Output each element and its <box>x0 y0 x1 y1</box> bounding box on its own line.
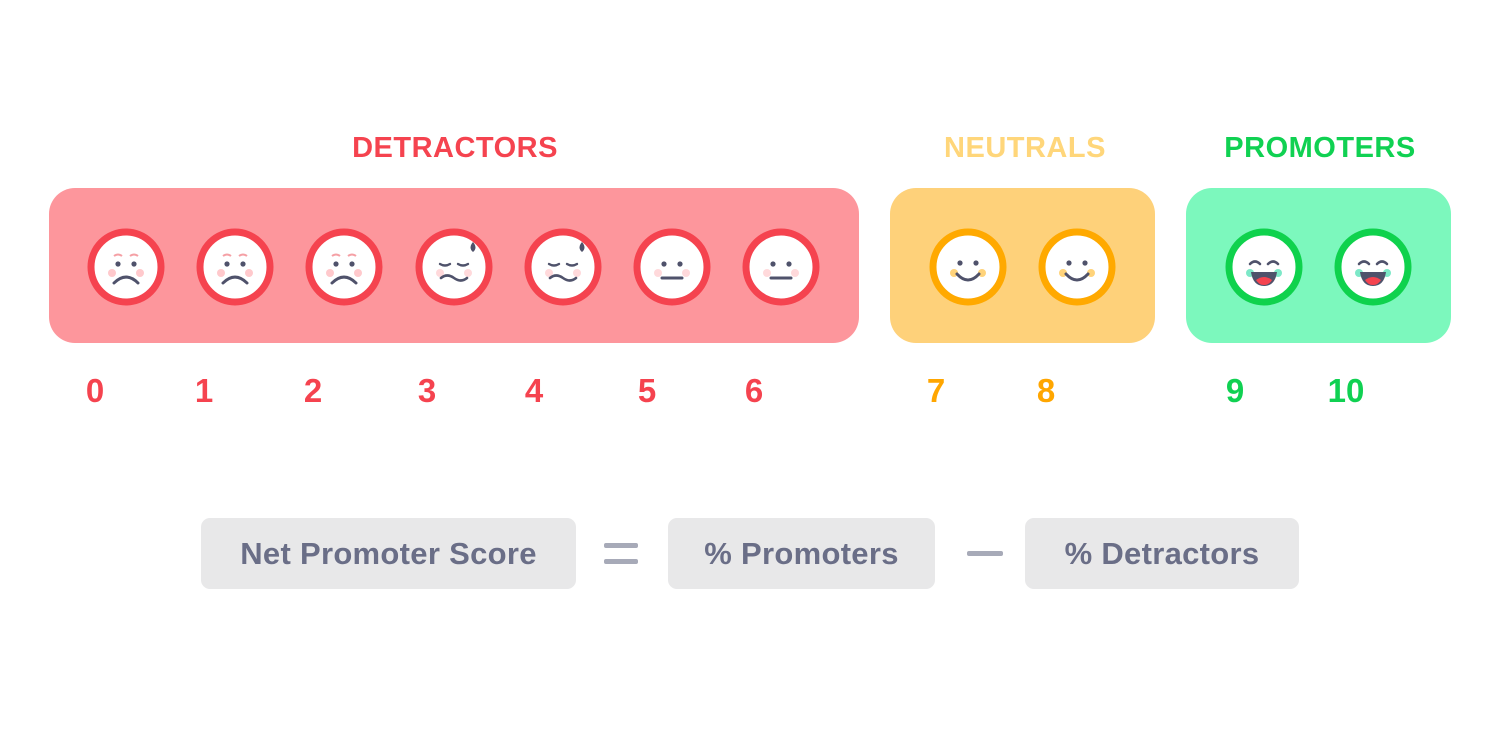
sad-face-icon <box>305 228 383 306</box>
score-4: 4 <box>524 372 544 409</box>
neutral-face-icon <box>742 228 820 306</box>
promoters-percent-label: % Promoters <box>704 535 899 571</box>
neutrals-label: NEUTRALS <box>944 132 1106 164</box>
score-2: 2 <box>303 372 323 409</box>
equals-sign <box>604 543 638 548</box>
detractors-percent-label: % Detractors <box>1064 535 1260 571</box>
score-9: 9 <box>1225 372 1245 409</box>
score-3: 3 <box>417 372 437 409</box>
score-1: 1 <box>194 372 214 409</box>
score-7: 7 <box>926 372 946 409</box>
promoters-percent-box: % Promoters <box>668 518 935 589</box>
net-promoter-score-label: Net Promoter Score <box>240 535 537 571</box>
laugh-face-icon <box>1225 228 1303 306</box>
score-8: 8 <box>1036 372 1056 409</box>
smile-face-icon <box>929 228 1007 306</box>
laugh-face-icon <box>1334 228 1412 306</box>
sad-face-icon <box>196 228 274 306</box>
smile-face-icon <box>1038 228 1116 306</box>
net-promoter-score-box: Net Promoter Score <box>201 518 576 589</box>
detractors-label: DETRACTORS <box>352 132 558 164</box>
detractors-percent-box: % Detractors <box>1025 518 1299 589</box>
score-0: 0 <box>85 372 105 409</box>
score-5: 5 <box>637 372 657 409</box>
neutral-face-icon <box>633 228 711 306</box>
equals-sign-lower <box>604 559 638 564</box>
minus-sign <box>967 551 1003 556</box>
sad-face-icon <box>87 228 165 306</box>
promoters-label: PROMOTERS <box>1224 132 1416 164</box>
sweat-face-icon <box>524 228 602 306</box>
score-10: 10 <box>1327 372 1365 409</box>
sweat-face-icon <box>415 228 493 306</box>
score-6: 6 <box>744 372 764 409</box>
